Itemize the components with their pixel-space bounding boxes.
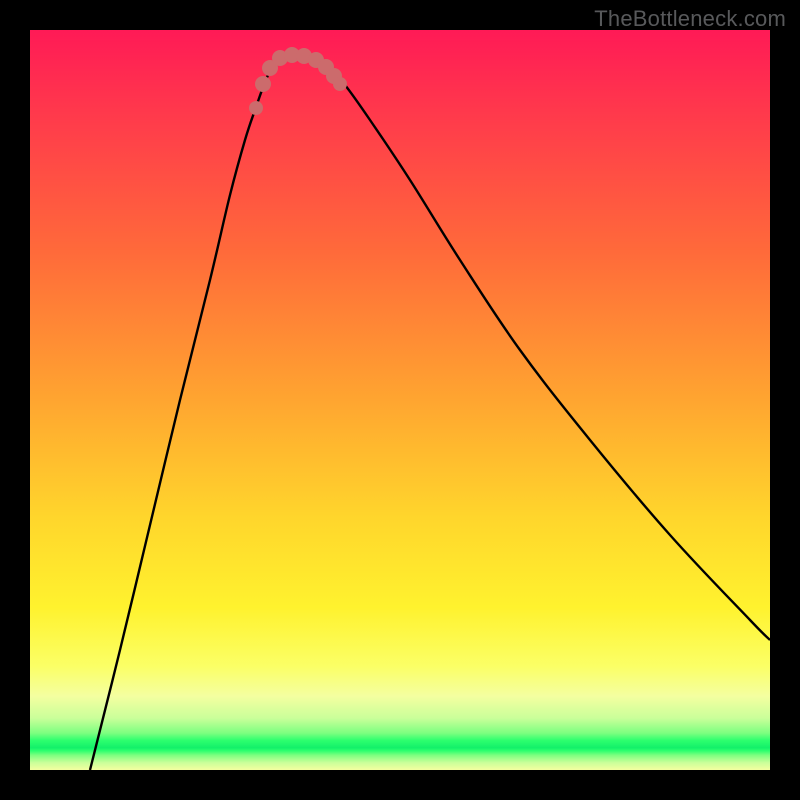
curve-marker bbox=[255, 76, 271, 92]
curve-markers bbox=[249, 47, 347, 115]
curve-svg bbox=[30, 30, 770, 770]
chart-container: TheBottleneck.com bbox=[0, 0, 800, 800]
curve-marker bbox=[333, 77, 347, 91]
plot-area bbox=[30, 30, 770, 770]
curve-marker bbox=[249, 101, 263, 115]
bottleneck-curve bbox=[90, 55, 770, 770]
watermark-text: TheBottleneck.com bbox=[594, 6, 786, 32]
